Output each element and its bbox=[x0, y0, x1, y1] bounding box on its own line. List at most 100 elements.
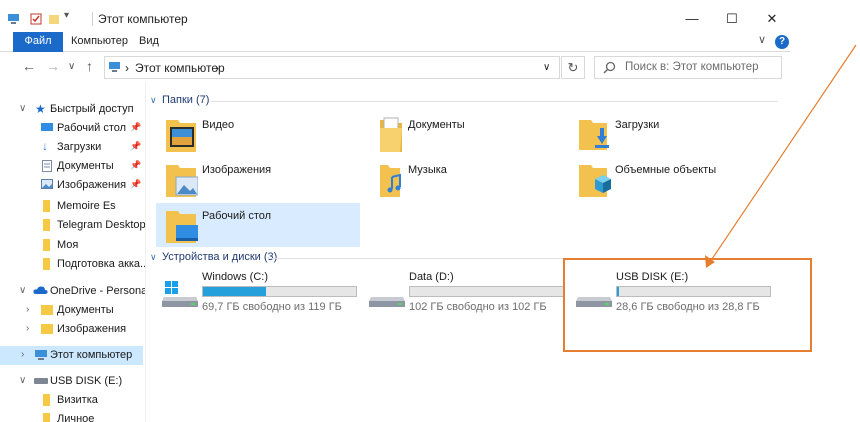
sidebar-item-label: Визитка bbox=[57, 394, 98, 406]
collapse-arrow-icon[interactable]: ∨ bbox=[150, 252, 157, 263]
pane-divider[interactable] bbox=[145, 82, 146, 422]
pictures-folder-icon bbox=[166, 165, 198, 197]
usb-drive-icon bbox=[34, 378, 48, 384]
folder-icon bbox=[43, 413, 50, 422]
sidebar-item-vizitka[interactable]: Визитка bbox=[0, 391, 143, 410]
drive-usage-bar bbox=[202, 286, 357, 297]
sidebar-item-downloads[interactable]: ↓ Загрузки 📌 bbox=[0, 138, 143, 157]
folder-label: Видео bbox=[202, 119, 235, 131]
sidebar-item-documents[interactable]: Документы 📌 bbox=[0, 157, 143, 176]
group-divider bbox=[210, 101, 778, 102]
sidebar-item-lichnoe[interactable]: Личное bbox=[0, 410, 143, 422]
sidebar-item-label: Документы bbox=[57, 304, 114, 316]
drive-tile-d[interactable]: Data (D:) 102 ГБ свободно из 102 ГБ bbox=[364, 271, 569, 319]
folder-tile-documents[interactable]: Документы bbox=[362, 112, 566, 156]
recent-locations-button[interactable]: ∨ bbox=[68, 61, 75, 72]
folder-icon bbox=[41, 305, 53, 315]
breadcrumb-separator: › bbox=[125, 61, 129, 75]
collapse-arrow-icon[interactable]: ∨ bbox=[19, 103, 26, 114]
folders-group-header[interactable]: ∨ Папки (7) bbox=[148, 94, 778, 110]
folder-icon bbox=[43, 394, 50, 406]
folder-icon bbox=[43, 200, 50, 212]
sidebar-item-this-pc[interactable]: › Этот компьютер bbox=[0, 346, 143, 365]
new-folder-icon[interactable] bbox=[48, 13, 60, 25]
title-separator bbox=[92, 12, 93, 26]
sidebar-item-desktop[interactable]: Рабочий стол 📌 bbox=[0, 119, 143, 138]
folder-label: Музыка bbox=[408, 164, 447, 176]
expand-arrow-icon[interactable]: › bbox=[26, 304, 29, 315]
sidebar-item-memoire[interactable]: Memoire Es bbox=[0, 197, 143, 216]
folder-tile-downloads[interactable]: Загрузки bbox=[569, 112, 773, 156]
breadcrumb-chevron[interactable]: › bbox=[215, 61, 219, 75]
sidebar-item-onedrive-pictures[interactable]: › Изображения bbox=[0, 320, 143, 339]
sidebar-item-label: Документы bbox=[57, 160, 114, 172]
pin-icon: 📌 bbox=[130, 141, 142, 151]
folder-label: Рабочий стол bbox=[202, 210, 272, 222]
sidebar-item-label: USB DISK (E:) bbox=[50, 375, 123, 387]
sidebar-item-quick-access[interactable]: ∨ ★ Быстрый доступ bbox=[0, 100, 143, 119]
sidebar-item-label: Быстрый доступ bbox=[50, 103, 134, 115]
pin-icon: 📌 bbox=[130, 179, 142, 189]
tab-view[interactable]: Вид bbox=[139, 32, 159, 52]
hard-drive-icon bbox=[369, 297, 405, 307]
folder-tile-video[interactable]: Видео bbox=[156, 112, 360, 156]
drive-name: Data (D:) bbox=[409, 271, 454, 283]
sidebar-item-label: Этот компьютер bbox=[50, 349, 133, 361]
folder-tile-3d-objects[interactable]: Объемные объекты bbox=[569, 157, 773, 201]
collapse-arrow-icon[interactable]: ∨ bbox=[19, 285, 26, 296]
breadcrumb-this-pc[interactable]: Этот компьютер bbox=[135, 61, 225, 75]
title-bar: ▾ Этот компьютер — ☐ ✕ bbox=[0, 8, 790, 32]
sidebar-item-moya[interactable]: Моя bbox=[0, 236, 143, 255]
tab-computer[interactable]: Компьютер bbox=[71, 32, 128, 52]
address-row: ← → ∨ ↑ › Этот компьютер › ∨ ↻ Поиск в: … bbox=[0, 56, 790, 80]
back-button[interactable]: ← bbox=[22, 58, 36, 74]
folder-icon bbox=[43, 258, 50, 270]
sidebar-item-usb[interactable]: ∨ USB DISK (E:) bbox=[0, 372, 143, 391]
sidebar-item-label: Личное bbox=[57, 413, 95, 422]
tab-file[interactable]: Файл bbox=[13, 32, 63, 52]
sidebar-item-label: Изображения bbox=[57, 179, 127, 191]
this-pc-icon[interactable] bbox=[8, 13, 20, 25]
ribbon-expand-icon[interactable]: ∨ bbox=[758, 33, 766, 46]
collapse-arrow-icon[interactable]: ∨ bbox=[19, 375, 26, 386]
search-input[interactable]: Поиск в: Этот компьютер bbox=[594, 56, 782, 79]
expand-arrow-icon[interactable]: › bbox=[21, 349, 24, 360]
sidebar-item-onedrive-documents[interactable]: › Документы bbox=[0, 301, 143, 320]
refresh-button[interactable]: ↻ bbox=[561, 56, 585, 79]
expand-arrow-icon[interactable]: › bbox=[26, 323, 29, 334]
properties-icon[interactable] bbox=[30, 13, 42, 25]
folder-label: Загрузки bbox=[615, 119, 660, 131]
star-icon: ★ bbox=[35, 102, 46, 116]
desktop-folder-icon bbox=[166, 211, 198, 243]
quick-access-dropdown-icon[interactable]: ▾ bbox=[64, 10, 76, 22]
desktop-icon bbox=[41, 123, 53, 131]
forward-button[interactable]: → bbox=[46, 58, 60, 74]
folder-tile-pictures[interactable]: Изображения bbox=[156, 157, 360, 201]
sidebar-item-podgotovka[interactable]: Подготовка акка... bbox=[0, 255, 145, 274]
folder-tile-desktop[interactable]: Рабочий стол bbox=[156, 203, 360, 247]
document-icon bbox=[42, 160, 52, 172]
downloads-folder-icon bbox=[579, 120, 609, 150]
close-button[interactable]: ✕ bbox=[752, 8, 790, 32]
this-pc-icon bbox=[35, 350, 47, 360]
folder-icon bbox=[43, 239, 50, 251]
help-icon[interactable]: ? bbox=[775, 35, 789, 49]
search-placeholder: Поиск в: Этот компьютер bbox=[625, 61, 759, 73]
address-bar[interactable]: › Этот компьютер › ∨ bbox=[104, 56, 560, 79]
sidebar-item-pictures[interactable]: Изображения 📌 bbox=[0, 176, 143, 195]
address-dropdown-icon[interactable]: ∨ bbox=[543, 62, 550, 73]
collapse-arrow-icon[interactable]: ∨ bbox=[150, 95, 157, 106]
3d-objects-folder-icon bbox=[579, 165, 611, 197]
drive-free-space: 102 ГБ свободно из 102 ГБ bbox=[409, 301, 547, 313]
sidebar-item-telegram[interactable]: Telegram Desktop bbox=[0, 216, 145, 235]
folder-label: Изображения bbox=[202, 164, 272, 176]
ribbon: Файл Компьютер Вид ∨ ? bbox=[0, 32, 790, 52]
drive-tile-c[interactable]: Windows (C:) 69,7 ГБ свободно из 119 ГБ bbox=[157, 271, 362, 319]
sidebar-item-label: Memoire Es bbox=[57, 200, 116, 212]
folder-tile-music[interactable]: Музыка bbox=[362, 157, 566, 201]
folder-icon bbox=[43, 219, 50, 231]
maximize-button[interactable]: ☐ bbox=[712, 8, 752, 32]
sidebar-item-onedrive[interactable]: ∨ OneDrive - Personal bbox=[0, 282, 145, 301]
minimize-button[interactable]: — bbox=[672, 8, 712, 32]
up-button[interactable]: ↑ bbox=[86, 58, 93, 74]
